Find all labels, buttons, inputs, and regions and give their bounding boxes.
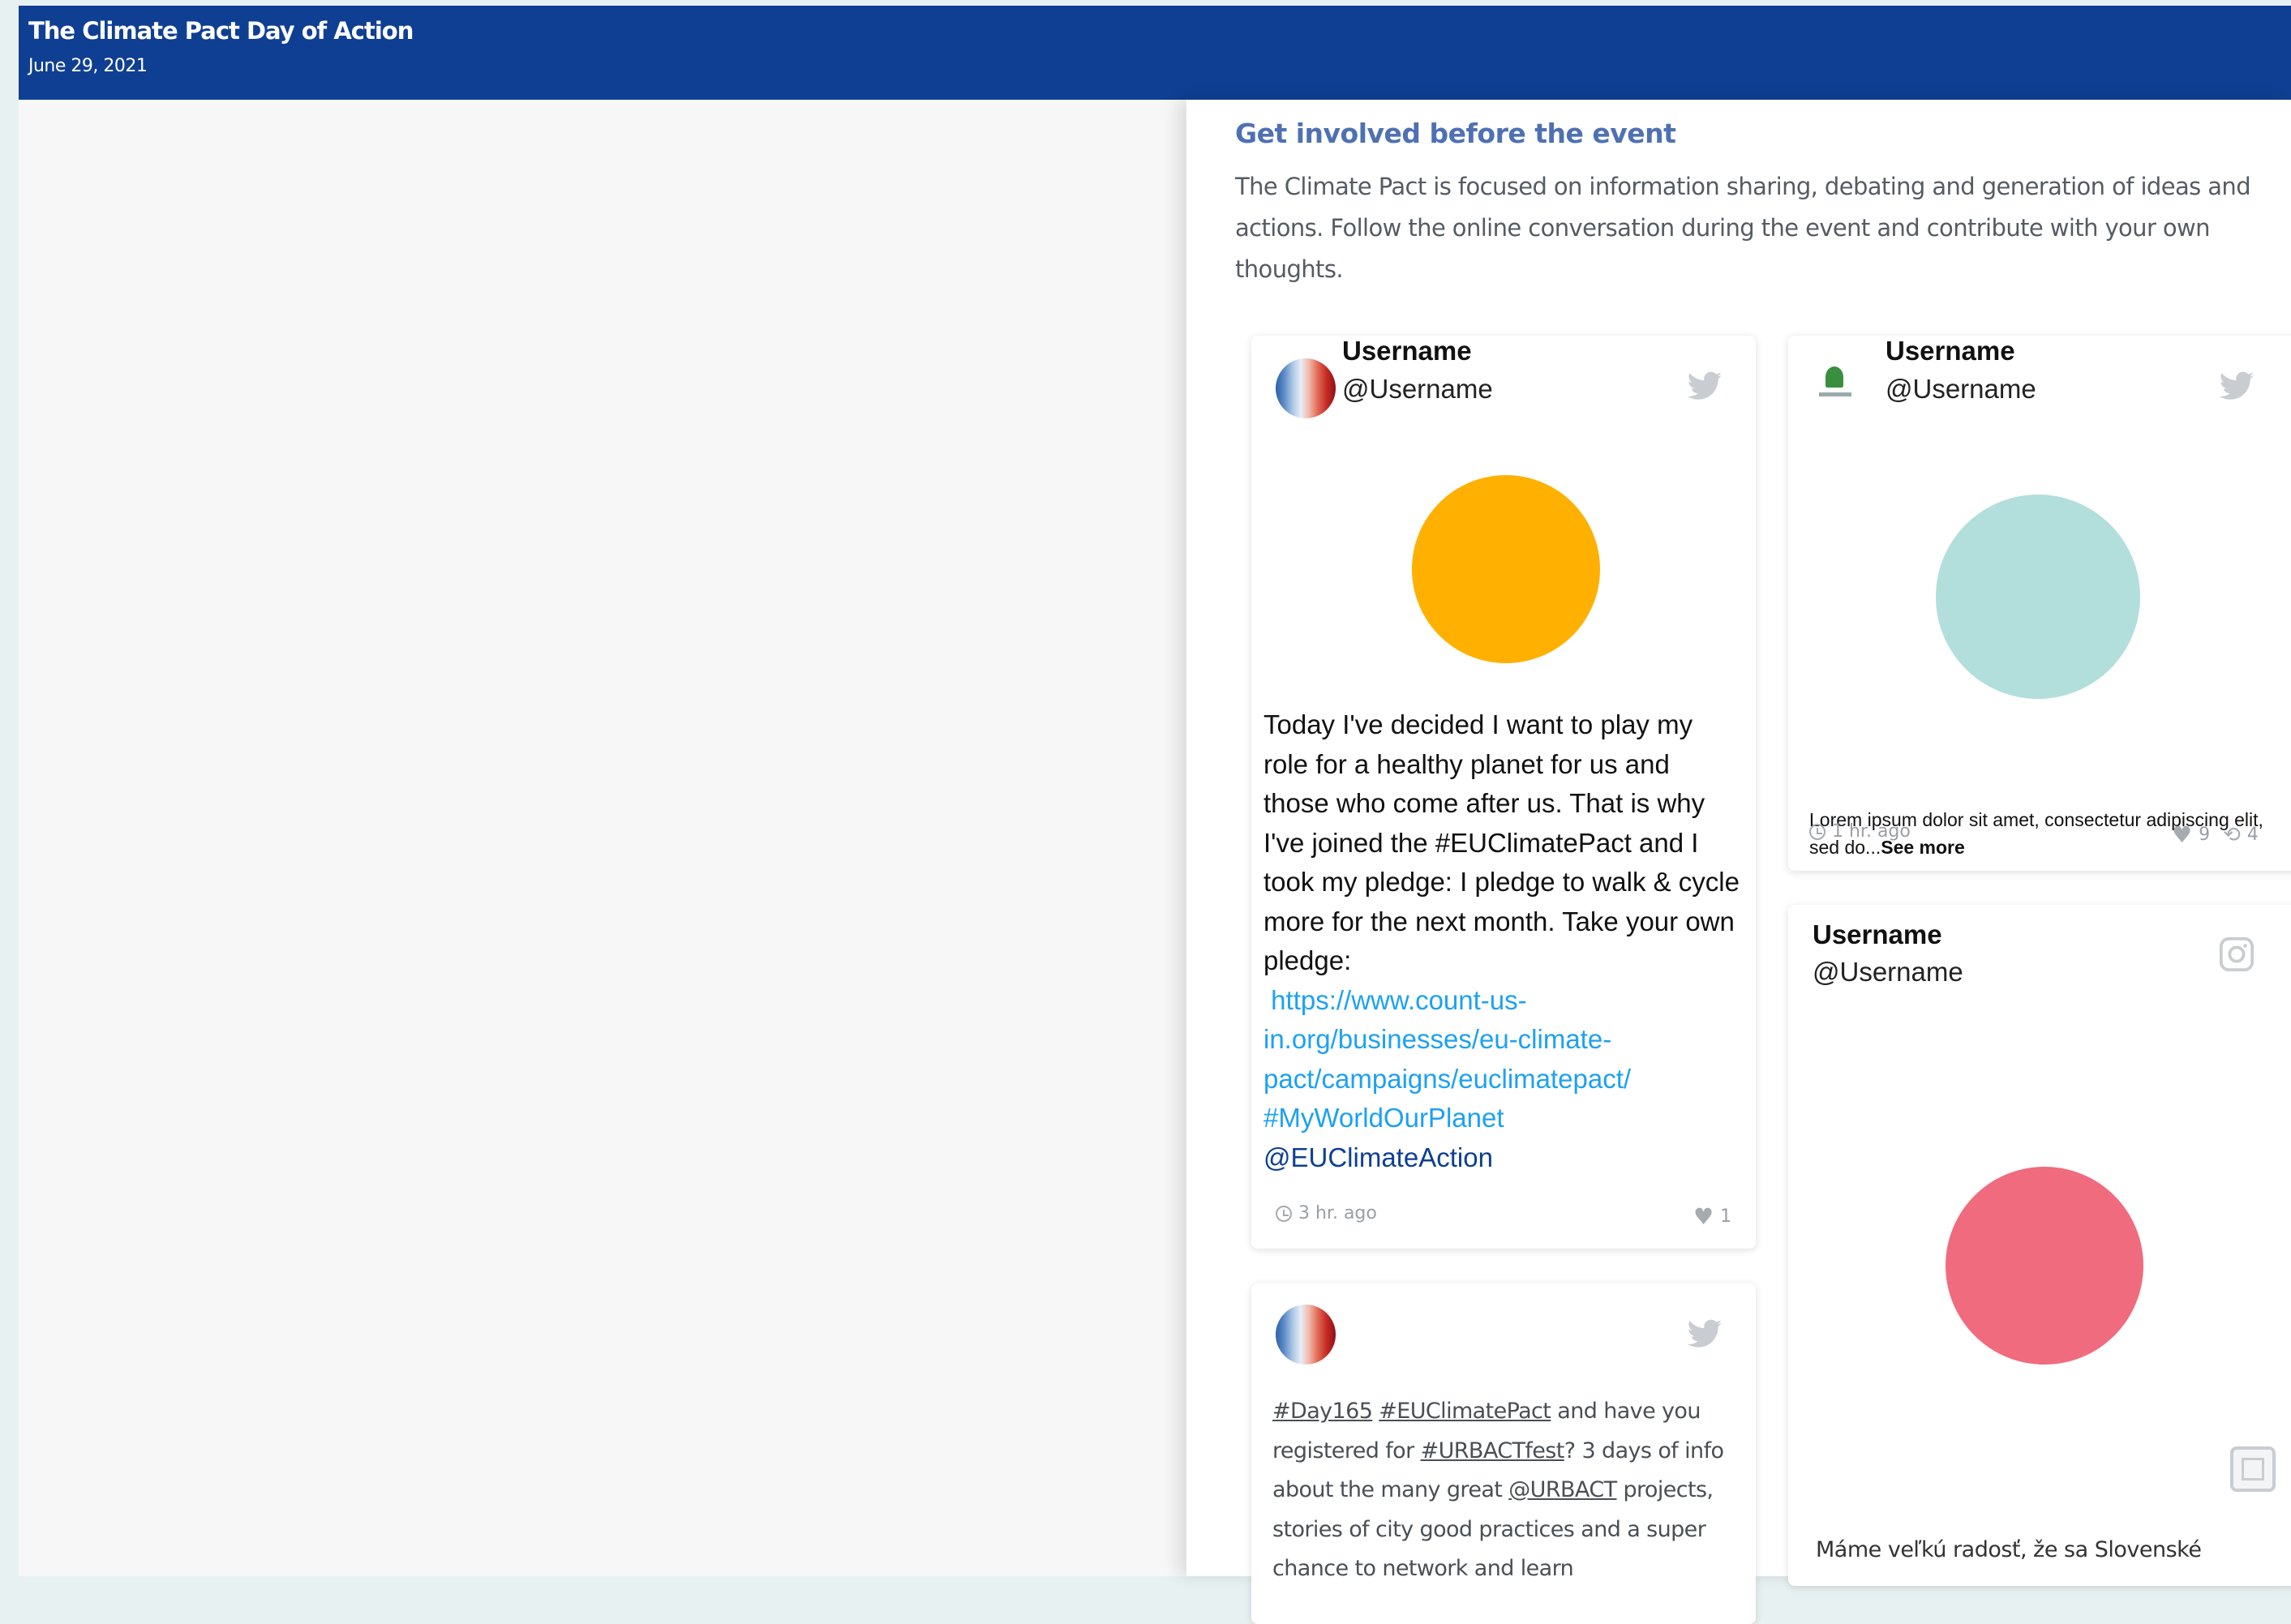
post-handle[interactable]: @Username: [1342, 374, 1493, 405]
post-body: Today I've decided I want to play my rol…: [1263, 709, 1740, 975]
left-pane: [19, 100, 1186, 1576]
pledge-link[interactable]: https://www.count-us-in.org/businesses/e…: [1263, 985, 1631, 1094]
post-username[interactable]: Username: [1342, 336, 1472, 366]
retweet-count: 4: [2246, 825, 2259, 845]
post-media[interactable]: [1412, 475, 1600, 663]
mention-link[interactable]: @URBACT: [1508, 1477, 1617, 1502]
post-card[interactable]: Username @Username Lorem ipsum dolor sit…: [1788, 336, 2291, 871]
post-username[interactable]: Username: [1886, 336, 2015, 366]
heart-icon: ♥: [2172, 821, 2193, 848]
section-heading: Get involved before the event: [1235, 118, 1676, 149]
post-media[interactable]: [1946, 1167, 2143, 1365]
social-wall-panel: Get involved before the event The Climat…: [1186, 100, 2291, 1624]
post-text: #Day165 #EUClimatePact and have you regi…: [1272, 1392, 1747, 1589]
avatar: [1811, 360, 1861, 410]
section-intro: The Climate Pact is focused on informati…: [1235, 173, 2251, 283]
twitter-icon[interactable]: [1686, 368, 1723, 405]
mention-link[interactable]: @EUClimateAction: [1263, 1142, 1493, 1172]
likes-count: 9: [2199, 825, 2211, 845]
post-card[interactable]: Username @Username Today I've decided I …: [1251, 336, 1756, 1249]
instagram-icon[interactable]: [2218, 936, 2255, 973]
post-text: Today I've decided I want to play my rol…: [1263, 705, 1742, 1177]
post-username[interactable]: Username: [1813, 919, 1942, 950]
post-text: Máme veľkú radosť, že sa Slovenské: [1816, 1537, 2202, 1562]
event-header: The Climate Pact Day of Action June 29, …: [19, 6, 2291, 100]
clock-icon: [1276, 1205, 1292, 1222]
avatar: [1276, 358, 1336, 418]
hashtag-link[interactable]: #MyWorldOurPlanet: [1263, 1103, 1504, 1133]
post-card[interactable]: #Day165 #EUClimatePact and have you regi…: [1251, 1283, 1756, 1624]
hashtag-link[interactable]: #EUClimatePact: [1379, 1399, 1551, 1424]
post-media[interactable]: [1936, 495, 2140, 699]
hashtag-link[interactable]: #URBACTfest: [1421, 1438, 1565, 1463]
heart-icon: ♥: [1693, 1203, 1714, 1230]
post-likes[interactable]: ♥ 1: [1693, 1203, 1731, 1230]
post-handle[interactable]: @Username: [1813, 957, 1963, 988]
post-engagement[interactable]: ♥ 9 ⟲ 4: [2172, 821, 2259, 848]
clock-icon: [1809, 823, 1826, 840]
hashtag-link[interactable]: #Day165: [1272, 1399, 1373, 1424]
post-timestamp: 3 hr. ago: [1276, 1203, 1377, 1223]
image-icon[interactable]: [2230, 1446, 2276, 1492]
twitter-icon[interactable]: [1686, 1316, 1723, 1353]
retweet-icon: ⟲: [2223, 822, 2241, 847]
post-card[interactable]: Username @Username Máme veľkú radosť, že…: [1788, 905, 2291, 1586]
post-timestamp: 1 hr. ago: [1809, 821, 1911, 842]
twitter-icon[interactable]: [2218, 368, 2255, 405]
time-text: 1 hr. ago: [1832, 821, 1911, 842]
post-handle[interactable]: @Username: [1886, 374, 2036, 405]
avatar: [1276, 1305, 1336, 1365]
event-title: The Climate Pact Day of Action: [28, 17, 414, 45]
likes-count: 1: [1720, 1206, 1732, 1227]
event-date: June 29, 2021: [28, 56, 148, 76]
time-text: 3 hr. ago: [1298, 1203, 1377, 1223]
